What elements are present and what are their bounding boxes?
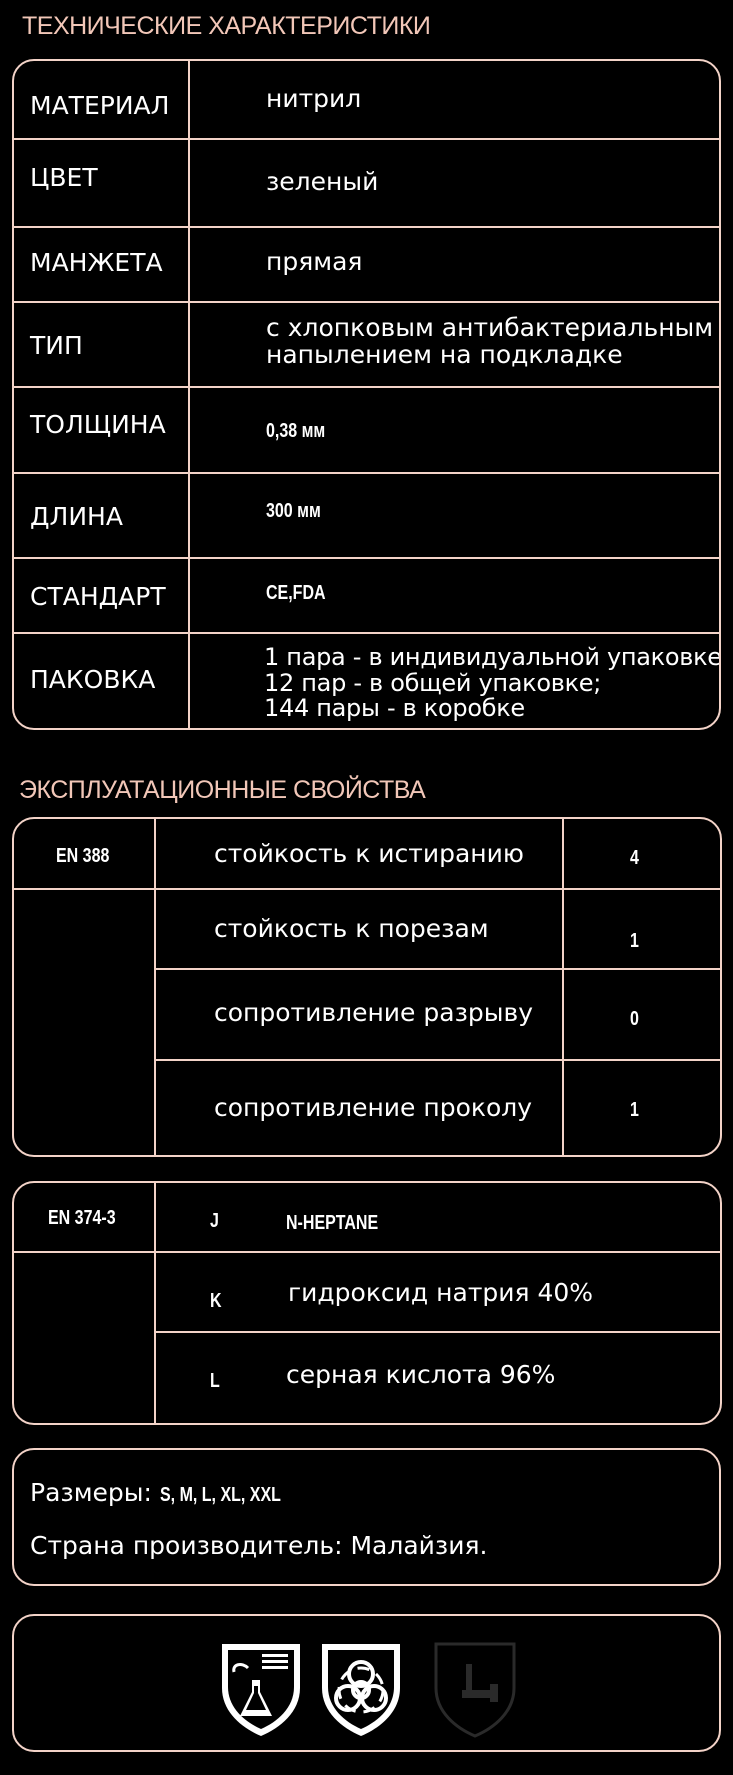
en374-chemical-h2so4: серная кислота 96% bbox=[286, 1360, 556, 1389]
en388-level-cut: 1 bbox=[630, 930, 639, 952]
performance-section-title: ЭКСПЛУАТАЦИОННЫЕ СВОЙСТВА bbox=[19, 776, 426, 804]
tech-value-length: 300 мм bbox=[266, 500, 321, 522]
tech-value-cuff: прямая bbox=[266, 247, 363, 276]
tech-label-standard: СТАНДАРТ bbox=[30, 582, 166, 611]
tech-label-thickness: ТОЛЩИНА bbox=[30, 410, 166, 439]
chemical-protection-icon bbox=[222, 1644, 300, 1736]
tech-label-material: МАТЕРИАЛ bbox=[30, 91, 170, 120]
tech-label-packing: ПАКОВКА bbox=[30, 665, 156, 694]
country-line: Страна производитель: Малайзия. bbox=[30, 1532, 487, 1559]
tech-value-type-line2: напылением на подкладке bbox=[266, 340, 623, 369]
en388-level-tear: 0 bbox=[630, 1008, 639, 1030]
en388-property-puncture: сопротивление проколу bbox=[214, 1093, 533, 1122]
tech-value-standard: CE,FDA bbox=[266, 582, 326, 604]
en388-standard: EN 388 bbox=[56, 845, 110, 867]
en388-property-abrasion: стойкость к истиранию bbox=[214, 839, 524, 868]
mechanical-protection-icon bbox=[434, 1642, 516, 1738]
tech-value-packing-line1: 1 пара - в индивидуальной упаковке; bbox=[264, 643, 721, 671]
tech-label-color: ЦВЕТ bbox=[30, 163, 98, 192]
en374-chemical-naoh: гидроксид натрия 40% bbox=[288, 1278, 594, 1307]
en388-table: EN 388 стойкость к истиранию 4 стойкость… bbox=[12, 817, 722, 1157]
tech-table: МАТЕРИАЛ нитрил ЦВЕТ зеленый МАНЖЕТА пря… bbox=[12, 59, 721, 730]
en388-property-cut: стойкость к порезам bbox=[214, 914, 489, 943]
tech-value-packing-line2: 12 пар - в общей упаковке; bbox=[264, 669, 602, 697]
en374-standard: EN 374-3 bbox=[48, 1207, 116, 1229]
info-box: Размеры: S, M, L, XL, XXL Страна произво… bbox=[12, 1448, 721, 1586]
tech-value-thickness: 0,38 мм bbox=[266, 420, 326, 442]
tech-label-cuff: МАНЖЕТА bbox=[30, 248, 163, 277]
en374-code-j: J bbox=[210, 1210, 219, 1232]
icons-box bbox=[12, 1614, 721, 1752]
tech-value-color: зеленый bbox=[266, 167, 379, 196]
country-label: Страна производитель: bbox=[30, 1531, 343, 1560]
country-value: Малайзия. bbox=[350, 1531, 488, 1560]
en374-chemical-heptane: N-HEPTANE bbox=[286, 1212, 379, 1234]
en374-code-k: K bbox=[210, 1290, 222, 1312]
sizes-label: Размеры: bbox=[30, 1478, 152, 1507]
tech-label-type: ТИП bbox=[30, 331, 83, 360]
tech-value-type-line1: с хлопковым антибактериальным bbox=[266, 313, 714, 342]
en388-property-tear: сопротивление разрыву bbox=[214, 998, 533, 1027]
tech-value-packing-line3: 144 пары - в коробке bbox=[264, 694, 525, 722]
sizes-line: Размеры: S, M, L, XL, XXL bbox=[30, 1479, 311, 1509]
tech-value-material: нитрил bbox=[266, 84, 362, 113]
biohazard-icon bbox=[322, 1644, 400, 1736]
en388-level-puncture: 1 bbox=[630, 1099, 639, 1121]
en374-table: EN 374-3 J N-HEPTANE K гидроксид натрия … bbox=[12, 1181, 722, 1425]
tech-section-title: ТЕХНИЧЕСКИЕ ХАРАКТЕРИСТИКИ bbox=[22, 12, 431, 40]
sizes-value: S, M, L, XL, XXL bbox=[159, 1484, 281, 1506]
en374-code-l: L bbox=[210, 1370, 220, 1392]
en388-level-abrasion: 4 bbox=[630, 847, 639, 869]
tech-label-length: ДЛИНА bbox=[30, 502, 123, 531]
